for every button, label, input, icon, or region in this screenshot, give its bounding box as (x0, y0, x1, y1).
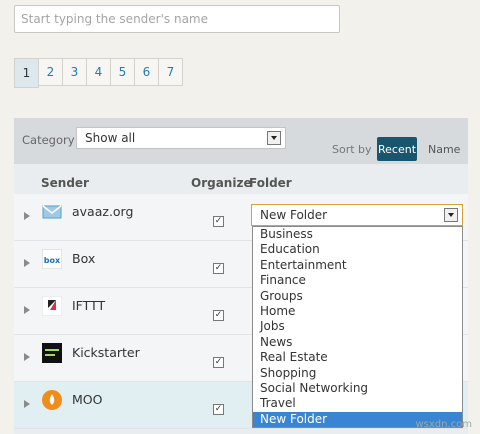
folder-option[interactable]: Shopping (253, 366, 462, 381)
folder-option[interactable]: Jobs (253, 319, 462, 334)
expand-arrow-icon[interactable] (24, 212, 30, 220)
box-logo-icon: box (41, 248, 63, 270)
moo-logo-icon (42, 390, 62, 410)
folder-option[interactable]: Entertainment (253, 258, 462, 273)
sort-by-label: Sort by (332, 143, 372, 156)
watermark: wsxdn.com (415, 419, 472, 430)
expand-arrow-icon[interactable] (24, 353, 30, 361)
folder-option[interactable]: Social Networking (253, 381, 462, 396)
page-3-button[interactable]: 3 (62, 58, 87, 86)
sort-recent-button[interactable]: Recent (377, 137, 417, 161)
page-1-button[interactable]: 1 (14, 58, 39, 88)
folder-column-header: Folder (249, 176, 292, 190)
expand-arrow-icon[interactable] (24, 400, 30, 408)
category-label: Category (22, 133, 75, 147)
sender-column-header: Sender (41, 176, 89, 190)
sender-name: Kickstarter (72, 345, 140, 360)
pagination: 1 2 3 4 5 6 7 (14, 58, 183, 88)
page-2-button[interactable]: 2 (38, 58, 63, 86)
organize-checkbox[interactable]: ✓ (213, 216, 224, 227)
sender-name: avaaz.org (72, 204, 134, 219)
folder-dropdown-list: Business Education Entertainment Finance… (252, 226, 463, 428)
chevron-down-icon (267, 131, 281, 145)
organize-checkbox[interactable]: ✓ (213, 357, 224, 368)
sender-name: Box (72, 251, 96, 266)
folder-option[interactable]: Real Estate (253, 350, 462, 365)
folder-option[interactable]: Finance (253, 273, 462, 288)
organize-checkbox[interactable]: ✓ (213, 263, 224, 274)
folder-option[interactable]: Business (253, 227, 462, 242)
ifttt-logo-icon (41, 295, 63, 317)
page-5-button[interactable]: 5 (110, 58, 135, 86)
folder-option[interactable]: Home (253, 304, 462, 319)
kickstarter-logo-icon (42, 343, 62, 363)
sort-name-button[interactable]: Name (428, 143, 460, 156)
filter-bar: Category Show all Sort by Recent Name (14, 118, 468, 164)
sender-search-input[interactable] (14, 5, 340, 33)
folder-option[interactable]: Education (253, 242, 462, 257)
expand-arrow-icon[interactable] (24, 259, 30, 267)
svg-text:box: box (44, 256, 61, 265)
sender-name: IFTTT (72, 298, 106, 313)
folder-select[interactable]: New Folder (251, 204, 463, 226)
page-6-button[interactable]: 6 (134, 58, 159, 86)
chevron-down-icon (444, 208, 458, 222)
category-select-value: Show all (85, 131, 136, 145)
folder-option[interactable]: Travel (253, 396, 462, 411)
folder-option[interactable]: News (253, 335, 462, 350)
organize-checkbox[interactable]: ✓ (213, 404, 224, 415)
expand-arrow-icon[interactable] (24, 306, 30, 314)
organize-column-header: Organize (191, 176, 252, 190)
category-select[interactable]: Show all (76, 127, 286, 149)
folder-option[interactable]: Groups (253, 289, 462, 304)
page-7-button[interactable]: 7 (158, 58, 183, 86)
organize-checkbox[interactable]: ✓ (213, 310, 224, 321)
page-4-button[interactable]: 4 (86, 58, 111, 86)
folder-select-value: New Folder (260, 208, 328, 222)
avaaz-envelope-icon (42, 202, 62, 222)
sender-name: MOO (72, 392, 103, 407)
